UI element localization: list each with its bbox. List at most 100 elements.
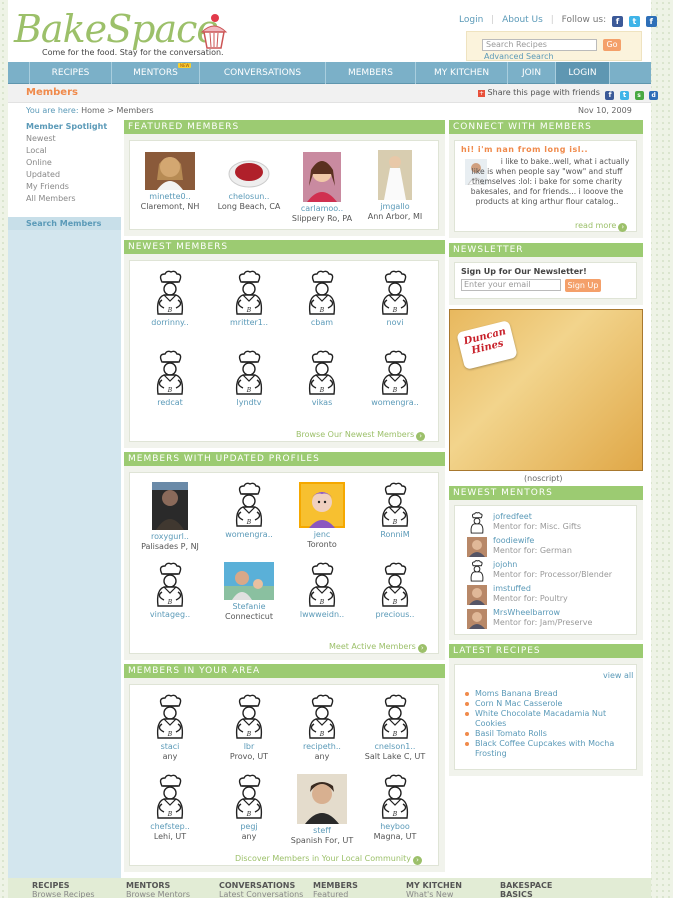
- footer-heading[interactable]: MENTORS: [126, 881, 190, 890]
- default-chef-avatar: B: [156, 562, 184, 607]
- member-card[interactable]: Bwomengra..: [358, 350, 432, 408]
- recipe-item[interactable]: Corn N Mac Casserole: [463, 699, 635, 709]
- featured-member[interactable]: chelosun.. Long Beach, CA: [212, 152, 286, 212]
- search-go-button[interactable]: Go: [603, 39, 621, 51]
- member-name: lwwweidn..: [299, 610, 345, 619]
- featured-member[interactable]: minette0.. Claremont, NH: [133, 152, 207, 212]
- nav-join[interactable]: JOIN: [508, 62, 556, 84]
- member-card[interactable]: roxygurl.. Palisades P, NJ: [133, 482, 207, 552]
- member-card[interactable]: Bheyboo Magna, UT: [358, 774, 432, 842]
- footer-heading[interactable]: MEMBERS: [313, 881, 358, 890]
- share-delicious-icon[interactable]: d: [649, 91, 659, 100]
- browse-newest-link[interactable]: Browse Our Newest Members ›: [296, 430, 426, 441]
- member-card[interactable]: Bdorrinny..: [133, 270, 207, 328]
- member-card[interactable]: Bnovi: [358, 270, 432, 328]
- meet-active-link[interactable]: Meet Active Members ›: [329, 642, 427, 653]
- member-name: steff: [313, 826, 331, 835]
- nav-recipes[interactable]: RECIPES: [30, 62, 112, 84]
- member-card[interactable]: Bvintageg..: [133, 562, 207, 620]
- mentor-item[interactable]: foodiewife Mentor for: German: [467, 536, 572, 557]
- mentor-item[interactable]: imstuffed Mentor for: Poultry: [467, 584, 568, 605]
- share-stumble-icon[interactable]: s: [634, 91, 644, 100]
- connect-post-title[interactable]: hi! i'm nan from long isl..: [461, 145, 588, 154]
- footer-heading-2[interactable]: BASICS: [500, 890, 552, 898]
- footer-link[interactable]: Featured: [313, 890, 358, 898]
- facebook-alt-icon[interactable]: f: [645, 16, 657, 27]
- share-twitter-icon[interactable]: t: [620, 91, 630, 100]
- read-more-label: read more: [575, 221, 617, 230]
- mentor-item[interactable]: jofredfeet Mentor for: Misc. Gifts: [467, 512, 581, 534]
- member-card[interactable]: Stefanie Connecticut: [212, 562, 286, 622]
- svg-text:B: B: [392, 599, 398, 606]
- recipe-item[interactable]: White Chocolate Macadamia Nut Cookies: [463, 709, 635, 729]
- member-location: any: [162, 752, 178, 761]
- nav-login[interactable]: LOGIN: [556, 62, 610, 84]
- sidebar-item-my-friends[interactable]: My Friends: [26, 181, 121, 193]
- member-card[interactable]: Bcnelson1.. Salt Lake C, UT: [358, 694, 432, 762]
- discover-local-link[interactable]: Discover Members in Your Local Community…: [235, 854, 422, 865]
- mentor-item[interactable]: MrsWheelbarrow Mentor for: Jam/Preserve: [467, 608, 592, 629]
- featured-member[interactable]: carlamoo.. Slippery Ro, PA: [285, 152, 359, 224]
- footer-link[interactable]: Browse Mentors: [126, 890, 190, 898]
- member-card[interactable]: Brecipeth.. any: [285, 694, 359, 762]
- breadcrumb-path[interactable]: Home > Members: [81, 106, 154, 115]
- sidebar-item-local[interactable]: Local: [26, 145, 121, 157]
- share-label[interactable]: Share this page with friends: [488, 88, 600, 97]
- sidebar-item-newest[interactable]: Newest: [26, 133, 121, 145]
- recipes-view-all[interactable]: view all: [603, 671, 633, 680]
- twitter-icon[interactable]: t: [628, 16, 640, 27]
- member-card[interactable]: Bprecious..: [358, 562, 432, 620]
- member-card[interactable]: Bchefstep.. Lehi, UT: [133, 774, 207, 842]
- member-card[interactable]: Bstaci any: [133, 694, 207, 762]
- nav-conversations[interactable]: CONVERSATIONS: [200, 62, 326, 84]
- member-card[interactable]: steff Spanish For, UT: [285, 774, 359, 846]
- sidebar-item-online[interactable]: Online: [26, 157, 121, 169]
- member-name: heyboo: [380, 822, 410, 831]
- member-location: Lehi, UT: [153, 832, 187, 841]
- about-us-link[interactable]: About Us: [502, 15, 543, 25]
- member-card[interactable]: Bredcat: [133, 350, 207, 408]
- newsletter-signup-button[interactable]: Sign Up: [565, 279, 601, 292]
- sidebar-item-search-members[interactable]: Search Members: [8, 217, 121, 230]
- footer-heading[interactable]: BAKESPACE: [500, 881, 552, 890]
- member-card[interactable]: jenc Toronto: [285, 482, 359, 550]
- search-input[interactable]: Search Recipes: [482, 39, 597, 51]
- member-card[interactable]: Bvikas: [285, 350, 359, 408]
- footer-heading[interactable]: MY KITCHEN: [406, 881, 462, 890]
- member-card[interactable]: Blyndtv: [212, 350, 286, 408]
- newsletter-email-input[interactable]: Enter your email: [461, 279, 561, 291]
- login-link[interactable]: Login: [459, 15, 483, 25]
- member-card[interactable]: Bwomengra..: [212, 482, 286, 540]
- nav-members[interactable]: MEMBERS: [326, 62, 416, 84]
- nav-my-kitchen[interactable]: MY KITCHEN: [416, 62, 508, 84]
- member-card[interactable]: B RonniM: [358, 482, 432, 540]
- member-card[interactable]: Bmritter1..: [212, 270, 286, 328]
- member-location: Connecticut: [225, 612, 273, 621]
- sidebar-heading[interactable]: Member Spotlight: [26, 121, 121, 133]
- recipe-item[interactable]: Moms Banana Bread: [463, 689, 635, 699]
- footer-link[interactable]: Latest Conversations: [219, 890, 303, 898]
- featured-member[interactable]: jmgallo Ann Arbor, MI: [358, 150, 432, 222]
- member-card[interactable]: Bpegj any: [212, 774, 286, 842]
- sidebar-item-all-members[interactable]: All Members: [26, 193, 121, 205]
- logo-tagline: Come for the food. Stay for the conversa…: [42, 48, 224, 57]
- nav-mentors[interactable]: MENTORS NEW: [112, 62, 200, 84]
- bakespace-logo[interactable]: BakeSpace Come for the food. Stay for th…: [14, 8, 234, 60]
- svg-text:B: B: [167, 811, 173, 818]
- read-more-link[interactable]: read more ›: [575, 221, 628, 232]
- member-card[interactable]: Blwwweidn..: [285, 562, 359, 620]
- sidebar-item-updated[interactable]: Updated: [26, 169, 121, 181]
- ad-banner[interactable]: Duncan Hines: [449, 309, 643, 471]
- footer-heading[interactable]: CONVERSATIONS: [219, 881, 303, 890]
- advanced-search-link[interactable]: Advanced Search: [484, 52, 554, 61]
- share-facebook-icon[interactable]: f: [605, 91, 615, 100]
- facebook-icon[interactable]: f: [612, 16, 624, 27]
- footer-link[interactable]: Browse Recipes: [32, 890, 95, 898]
- member-card[interactable]: Bcbam: [285, 270, 359, 328]
- recipe-item[interactable]: Black Coffee Cupcakes with Mocha Frostin…: [463, 739, 635, 759]
- footer-heading[interactable]: RECIPES: [32, 881, 95, 890]
- mentor-item[interactable]: jojohn Mentor for: Processor/Blender: [467, 560, 612, 582]
- member-card[interactable]: Blbr Provo, UT: [212, 694, 286, 762]
- footer-link[interactable]: What's New: [406, 890, 462, 898]
- recipe-item[interactable]: Basil Tomato Rolls: [463, 729, 635, 739]
